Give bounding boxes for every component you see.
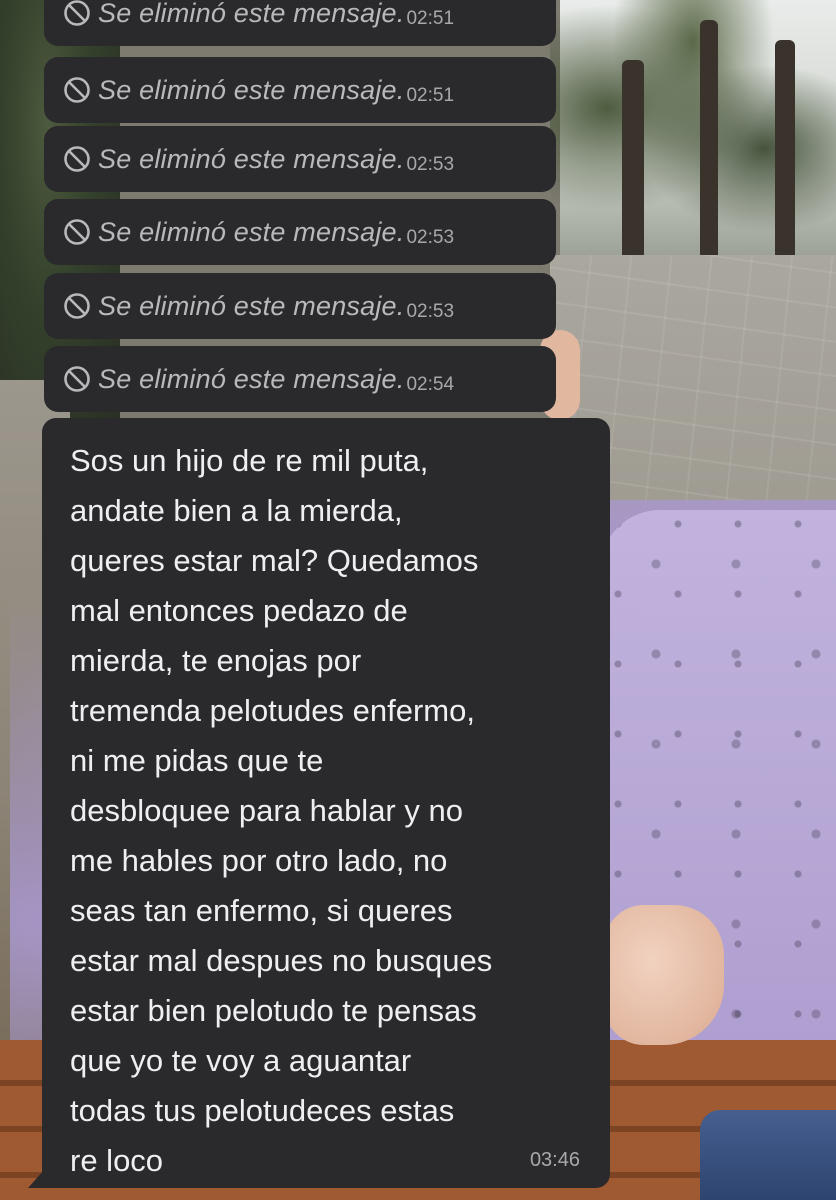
ban-icon	[62, 75, 92, 105]
ban-icon	[62, 217, 92, 247]
deleted-message-bubble[interactable]: Se eliminó este mensaje. 02:53	[44, 273, 556, 339]
message-line: mierda, te enojas por	[70, 643, 362, 678]
message-line: ni me pidas que te	[70, 743, 324, 778]
deleted-message-bubble[interactable]: Se eliminó este mensaje. 02:51	[44, 57, 556, 123]
deleted-message-bubble[interactable]: Se eliminó este mensaje. 02:53	[44, 126, 556, 192]
message-time: 02:54	[406, 374, 455, 395]
message-line: desbloquee para hablar y no	[70, 793, 463, 828]
message-line: estar mal despues no busques	[70, 943, 493, 978]
message-time: 03:46	[529, 1149, 580, 1171]
deleted-message-bubble[interactable]: Se eliminó este mensaje. 02:54	[44, 346, 556, 412]
deleted-message-text: Se eliminó este mensaje.	[98, 290, 405, 321]
message-line: seas tan enfermo, si queres	[70, 893, 453, 928]
ban-icon	[62, 364, 92, 394]
ban-icon	[62, 144, 92, 174]
message-time: 02:51	[406, 85, 455, 106]
message-line: andate bien a la mierda,	[70, 493, 403, 528]
ban-icon	[62, 0, 92, 28]
deleted-message-text: Se eliminó este mensaje.	[98, 74, 405, 105]
deleted-message-text: Se eliminó este mensaje.	[98, 143, 405, 174]
message-line: Sos un hijo de re mil puta,	[70, 443, 429, 478]
message-line: queres estar mal? Quedamos	[70, 543, 479, 578]
incoming-message-bubble[interactable]: Sos un hijo de re mil puta, andate bien …	[28, 418, 610, 1188]
message-time: 02:53	[406, 301, 455, 322]
message-line: que yo te voy a aguantar	[70, 1043, 412, 1078]
chat-overlay: Se eliminó este mensaje. 02:51 Se elimin…	[0, 0, 836, 1200]
deleted-message-bubble[interactable]: Se eliminó este mensaje. 02:53	[44, 199, 556, 265]
message-time: 02:51	[406, 8, 455, 29]
message-time: 02:53	[406, 227, 455, 248]
message-line: me hables por otro lado, no	[70, 843, 448, 878]
deleted-message-text: Se eliminó este mensaje.	[98, 0, 405, 28]
message-line: estar bien pelotudo te pensas	[70, 993, 477, 1028]
deleted-message-text: Se eliminó este mensaje.	[98, 216, 405, 247]
message-line: tremenda pelotudes enfermo,	[70, 693, 475, 728]
message-line: todas tus pelotudeces estas	[70, 1093, 455, 1128]
ban-icon	[62, 291, 92, 321]
message-line: re loco	[70, 1143, 164, 1178]
message-time: 02:53	[406, 154, 455, 175]
deleted-message-bubble[interactable]: Se eliminó este mensaje. 02:51	[44, 0, 556, 46]
message-line: mal entonces pedazo de	[70, 593, 408, 628]
deleted-message-text: Se eliminó este mensaje.	[98, 363, 405, 394]
